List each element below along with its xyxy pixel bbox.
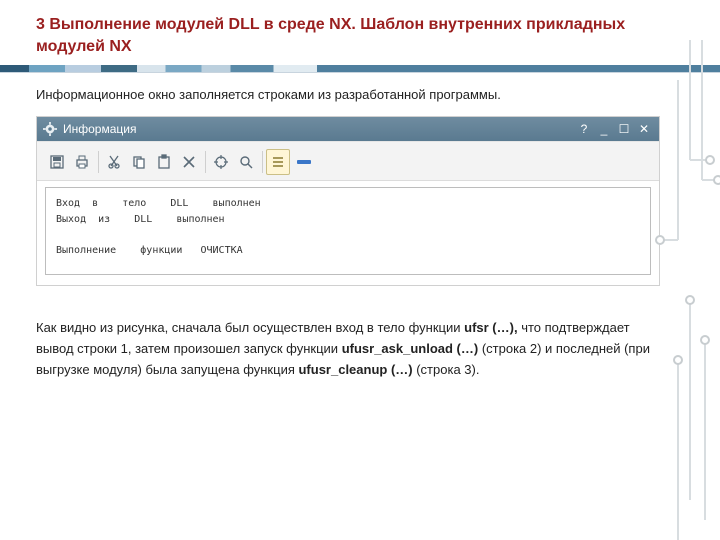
paste-icon[interactable]	[152, 149, 176, 175]
divider-strip	[0, 65, 720, 73]
window-title: Информация	[63, 122, 136, 136]
fn-ask-unload: ufusr_ask_unload (…)	[342, 341, 479, 356]
cut-icon[interactable]	[102, 149, 126, 175]
text: Как видно из рисунка, сначала был осущес…	[36, 320, 464, 335]
console-line: Выполнение функции ОЧИСТКА	[56, 245, 243, 256]
console-output: Вход в тело DLL выполнен Выход из DLL вы…	[45, 187, 651, 275]
separator	[98, 151, 99, 173]
info-window: Информация ? _ ☐ ✕	[36, 116, 660, 286]
window-titlebar: Информация ? _ ☐ ✕	[37, 117, 659, 141]
copy-icon[interactable]	[127, 149, 151, 175]
help-button[interactable]: ?	[575, 121, 593, 137]
text: (строка 3).	[413, 362, 480, 377]
section-title: 3 Выполнение модулей DLL в среде NX. Шаб…	[0, 0, 720, 63]
delete-icon[interactable]	[177, 149, 201, 175]
fn-cleanup: ufusr_cleanup (…)	[298, 362, 412, 377]
separator	[205, 151, 206, 173]
toolbar-end	[297, 160, 311, 164]
find-icon[interactable]	[234, 149, 258, 175]
toolbar	[37, 141, 659, 181]
intro-text: Информационное окно заполняется строками…	[0, 73, 720, 112]
list-view-icon[interactable]	[266, 149, 290, 175]
fn-ufsr: ufsr (…),	[464, 320, 517, 335]
minimize-button[interactable]: _	[595, 121, 613, 137]
close-button[interactable]: ✕	[635, 121, 653, 137]
console-line: Вход в тело DLL выполнен	[56, 198, 261, 209]
target-icon[interactable]	[209, 149, 233, 175]
save-icon[interactable]	[45, 149, 69, 175]
explanation-text: Как видно из рисунка, сначала был осущес…	[0, 286, 720, 380]
app-icon	[43, 122, 57, 136]
maximize-button[interactable]: ☐	[615, 121, 633, 137]
separator	[262, 151, 263, 173]
console-line: Выход из DLL выполнен	[56, 214, 225, 225]
print-icon[interactable]	[70, 149, 94, 175]
